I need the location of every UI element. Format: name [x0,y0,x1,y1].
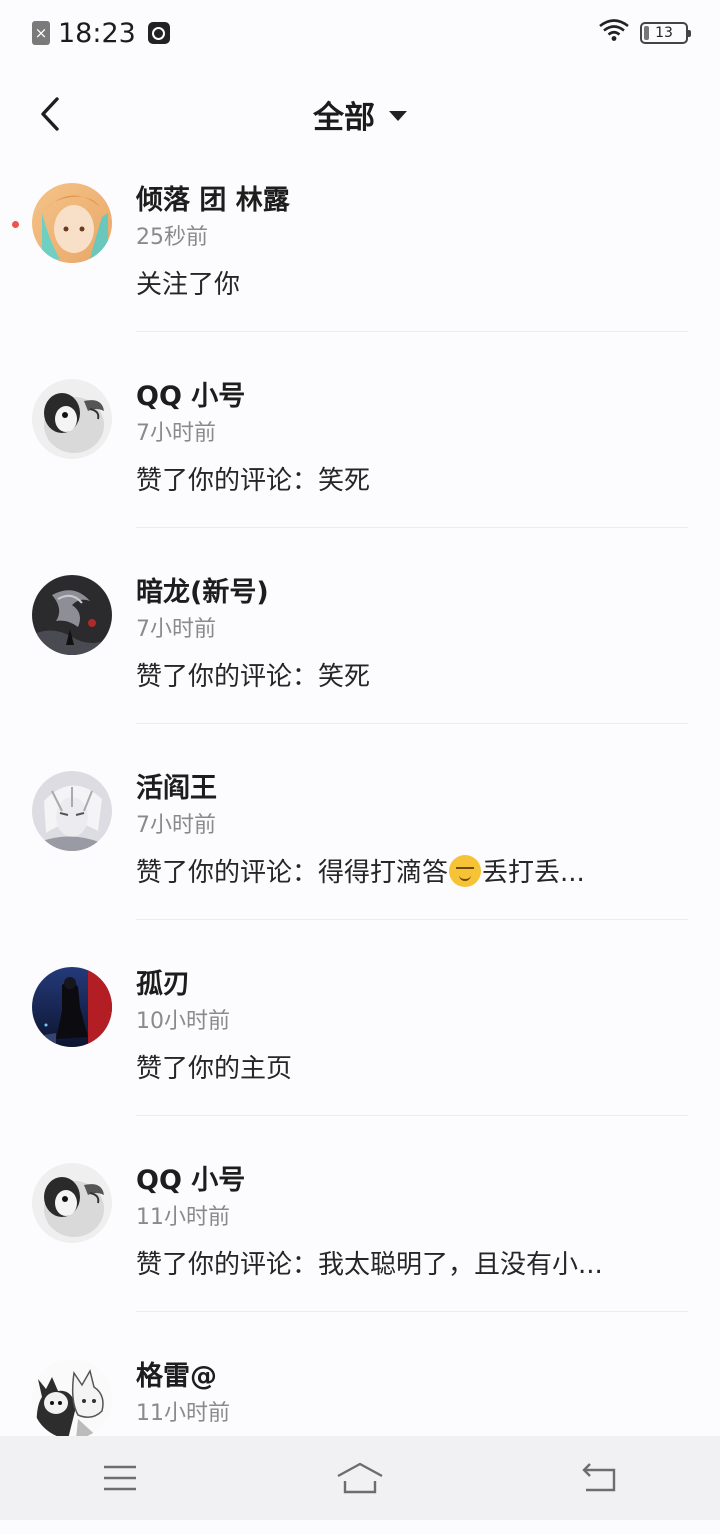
notification-message: 赞了你的主页 [136,1054,293,1084]
avatar[interactable] [32,771,112,851]
divider [136,1311,688,1312]
system-navigation-bar [0,1436,720,1520]
wifi-icon [598,18,630,49]
notification-message: 关注了你 [136,270,241,300]
notification-message: 赞了你的评论：笑死 [136,662,371,692]
smirk-emoji-icon [449,855,482,887]
timestamp: 25秒前 [136,225,208,250]
notification-content: 活阎王 7小时前 赞了你的评论：得得打滴答 丢打丢... [136,770,688,891]
divider [136,919,688,920]
battery-icon: 13 [640,22,691,44]
status-left: × 18:23 [32,18,170,49]
timestamp: 10小时前 [136,1009,230,1034]
notification-item[interactable]: 活阎王 7小时前 赞了你的评论：得得打滴答 丢打丢... [0,750,720,946]
notification-content: QQ 小号 7小时前 赞了你的评论：笑死 [136,378,688,499]
notification-content: 格雷@ 11小时前 [136,1358,688,1429]
timestamp: 11小时前 [136,1401,230,1426]
timestamp: 11小时前 [136,1205,230,1230]
notification-message: 赞了你的评论：得得打滴答 丢打丢... [136,855,688,891]
unread-dot [12,221,19,228]
timestamp: 7小时前 [136,421,216,446]
user-name[interactable]: 孤刃 [136,966,688,1004]
timestamp: 7小时前 [136,617,216,642]
notification-content: 暗龙(新号) 7小时前 赞了你的评论：笑死 [136,574,688,695]
notification-content: QQ 小号 11小时前 赞了你的评论：我太聪明了，且没有小... [136,1162,688,1283]
menu-icon [104,1465,136,1491]
notification-item[interactable]: 倾落 团 林露 25秒前 关注了你 [0,162,720,358]
divider [136,723,688,724]
notification-item[interactable]: QQ 小号 11小时前 赞了你的评论：我太聪明了，且没有小... [0,1142,720,1338]
avatar[interactable] [32,183,112,263]
menu-button[interactable] [80,1448,160,1508]
back-button[interactable] [30,94,70,134]
message-text: 赞了你的评论：得得打滴答 [136,858,449,888]
home-icon [337,1462,383,1494]
notification-content: 孤刃 10小时前 赞了你的主页 [136,966,688,1087]
notification-message: 赞了你的评论：我太聪明了，且没有小... [136,1250,603,1280]
user-name[interactable]: 活阎王 [136,770,688,808]
user-name[interactable]: 倾落 团 林露 [136,182,688,220]
notification-content: 倾落 团 林露 25秒前 关注了你 [136,182,688,303]
divider [136,331,688,332]
notification-message: 赞了你的评论：笑死 [136,466,371,496]
status-right: 13 [598,18,691,49]
avatar[interactable] [32,379,112,459]
avatar[interactable] [32,1359,112,1439]
notification-list: 倾落 团 林露 25秒前 关注了你 QQ 小号 7小时前 赞了你的评论：笑死 暗… [0,162,720,1534]
back-system-button[interactable] [560,1448,640,1508]
chevron-left-icon [41,97,59,131]
divider [136,1115,688,1116]
avatar[interactable] [32,1163,112,1243]
notification-item[interactable]: QQ 小号 7小时前 赞了你的评论：笑死 [0,358,720,554]
status-bar: × 18:23 13 [0,0,720,66]
clock: 18:23 [58,17,136,49]
page-title: 全部 [313,99,375,136]
header: 全部 [0,76,720,152]
user-name[interactable]: 暗龙(新号) [136,574,688,612]
filter-dropdown[interactable]: 全部 [313,92,407,137]
battery-level: 13 [655,25,673,41]
avatar[interactable] [32,575,112,655]
user-name[interactable]: 格雷@ [136,1358,688,1396]
message-text-tail: 丢打丢... [482,858,585,888]
notification-item[interactable]: 孤刃 10小时前 赞了你的主页 [0,946,720,1142]
home-button[interactable] [320,1448,400,1508]
user-name[interactable]: QQ 小号 [136,1162,688,1200]
notification-item[interactable]: 暗龙(新号) 7小时前 赞了你的评论：笑死 [0,554,720,750]
music-app-icon [147,22,170,44]
user-name[interactable]: QQ 小号 [136,378,688,416]
no-sim-icon: × [32,21,50,45]
timestamp: 7小时前 [136,813,216,838]
return-icon [582,1463,616,1492]
caret-down-icon [389,110,407,121]
avatar[interactable] [32,967,112,1047]
divider [136,527,688,528]
